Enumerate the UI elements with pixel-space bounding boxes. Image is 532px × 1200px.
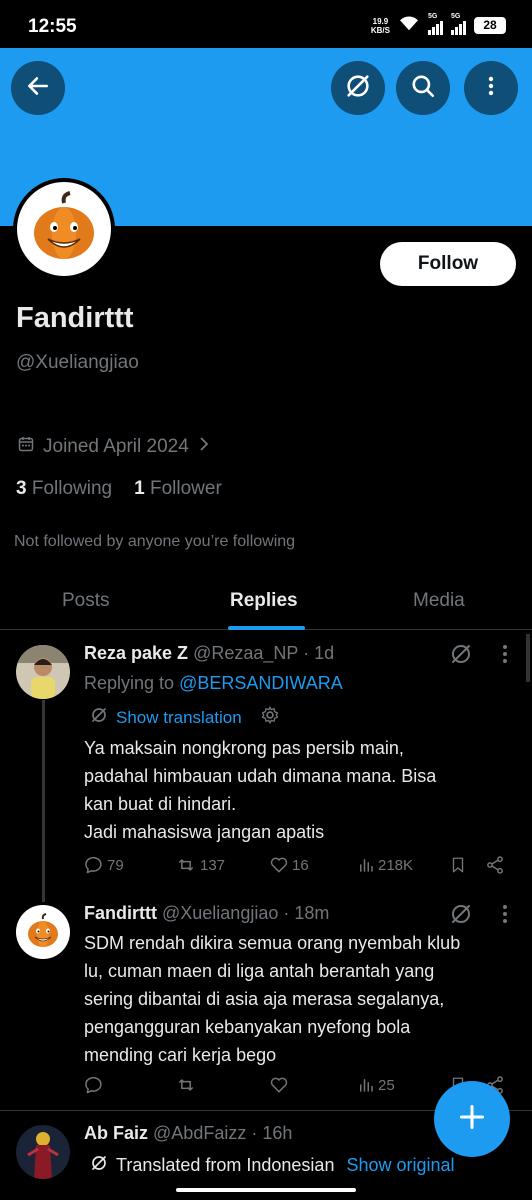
followers-link[interactable]: 1 Follower (134, 478, 222, 500)
tweet-text: SDM rendah dikira semua orang nyembah kl… (84, 933, 461, 1065)
child-avatar-image (16, 645, 70, 699)
profile-tabs: Posts Replies Media (0, 578, 532, 630)
translation-notice: Translated from Indonesian Show original (90, 1154, 455, 1177)
active-tab-indicator (228, 626, 305, 630)
bookmark-icon (452, 857, 464, 873)
reply-icon (85, 856, 102, 874)
pumpkin-avatar-image (28, 913, 58, 947)
character-avatar-image (16, 1125, 70, 1179)
grok-icon (90, 706, 108, 729)
follow-counts: 3 Following 1 Follower (16, 478, 222, 500)
tweet-time: · 16h (251, 1123, 293, 1143)
more-vertical-icon (479, 74, 503, 103)
status-icons: 19.9 KB/S 5G 5G 28 (370, 13, 506, 37)
author-name[interactable]: Fandirttt (84, 903, 157, 923)
views-chart-icon (360, 1079, 373, 1092)
tweet-text: Ya maksain nongkrong pas persib main, pa… (84, 738, 437, 842)
tweet-header: Ab Faiz @AbdFaizz · 16h (84, 1123, 292, 1144)
home-indicator[interactable] (176, 1188, 356, 1192)
profile-handle: @Xueliangjiao (16, 352, 139, 373)
author-handle: @AbdFaizz (153, 1123, 247, 1143)
follow-button[interactable]: Follow (380, 242, 516, 286)
like-button[interactable] (269, 1075, 289, 1095)
avatar[interactable] (16, 1125, 70, 1179)
plus-icon (458, 1103, 486, 1136)
heart-icon (270, 857, 288, 873)
avatar[interactable] (16, 905, 70, 959)
repost-icon (178, 1079, 194, 1091)
repost-button[interactable]: 137 (175, 855, 225, 875)
reply-button[interactable]: 79 (84, 855, 124, 875)
author-handle: @Xueliangjiao (162, 903, 279, 923)
tab-media[interactable]: Media (413, 590, 465, 612)
tweet-actions: 79 137 16 218K (84, 855, 508, 879)
avatar[interactable] (16, 645, 70, 699)
calendar-icon (18, 436, 34, 458)
compose-button[interactable] (434, 1081, 510, 1157)
tab-posts[interactable]: Posts (62, 590, 110, 612)
back-button[interactable] (11, 61, 65, 115)
views-button[interactable]: 25 (357, 1075, 395, 1095)
profile-name: Fandirttt (16, 302, 134, 334)
replying-to: Replying to @BERSANDIWARA (84, 673, 343, 693)
author-name[interactable]: Reza pake Z (84, 643, 188, 663)
signal-icon-2: 5G (451, 13, 466, 35)
views-button[interactable]: 218K (357, 855, 413, 875)
tweet-header: Fandirttt @Xueliangjiao · 18m (84, 903, 329, 924)
bookmark-button[interactable] (449, 855, 467, 875)
show-translation[interactable]: Show translation (90, 705, 280, 730)
share-button[interactable] (485, 855, 505, 875)
author-handle: @Rezaa_NP (193, 643, 299, 663)
joined-text: Joined April 2024 (43, 436, 189, 457)
battery-indicator: 28 (474, 17, 506, 34)
more-vertical-icon[interactable] (494, 902, 516, 926)
search-icon (410, 73, 436, 104)
chevron-right-icon (198, 436, 210, 458)
tweet-header: Reza pake Z @Rezaa_NP · 1d (84, 643, 334, 664)
replying-to-link[interactable]: @BERSANDIWARA (179, 673, 343, 693)
not-followed-text: Not followed by anyone you’re following (14, 533, 296, 550)
views-chart-icon (360, 859, 373, 872)
signal-icon: 5G (428, 13, 443, 35)
joined-date[interactable]: Joined April 2024 (18, 436, 210, 458)
grok-icon (344, 72, 372, 105)
heart-icon (270, 1077, 288, 1093)
show-original-link[interactable]: Show original (346, 1155, 454, 1176)
reply-button[interactable] (84, 1075, 104, 1095)
tweet-time: · 18m (283, 903, 330, 923)
share-icon (487, 856, 503, 874)
profile-avatar[interactable] (13, 178, 115, 280)
reply-icon (85, 1076, 102, 1094)
repost-icon (178, 859, 194, 871)
grok-icon[interactable] (447, 640, 475, 668)
repost-button[interactable] (175, 1075, 197, 1095)
following-link[interactable]: 3 Following (16, 478, 112, 500)
status-time: 12:55 (28, 16, 77, 37)
tab-replies[interactable]: Replies (230, 590, 298, 612)
author-name[interactable]: Ab Faiz (84, 1123, 148, 1143)
search-button[interactable] (396, 61, 450, 115)
grok-icon (90, 1154, 108, 1177)
arrow-left-icon (25, 73, 51, 104)
pumpkin-avatar-image (34, 191, 94, 259)
status-bar: 12:55 19.9 KB/S 5G 5G 28 (0, 0, 532, 48)
wifi-icon (398, 14, 420, 37)
tweet-time: · 1d (303, 643, 335, 663)
thread-line (42, 700, 45, 902)
grok-button[interactable] (331, 61, 385, 115)
scrollbar[interactable] (526, 634, 530, 682)
like-button[interactable]: 16 (269, 855, 309, 875)
more-vertical-icon[interactable] (494, 642, 516, 666)
settings-gear-icon[interactable] (260, 705, 280, 730)
net-speed: 19.9 KB/S (370, 16, 390, 35)
more-button[interactable] (464, 61, 518, 115)
grok-icon[interactable] (447, 900, 475, 928)
